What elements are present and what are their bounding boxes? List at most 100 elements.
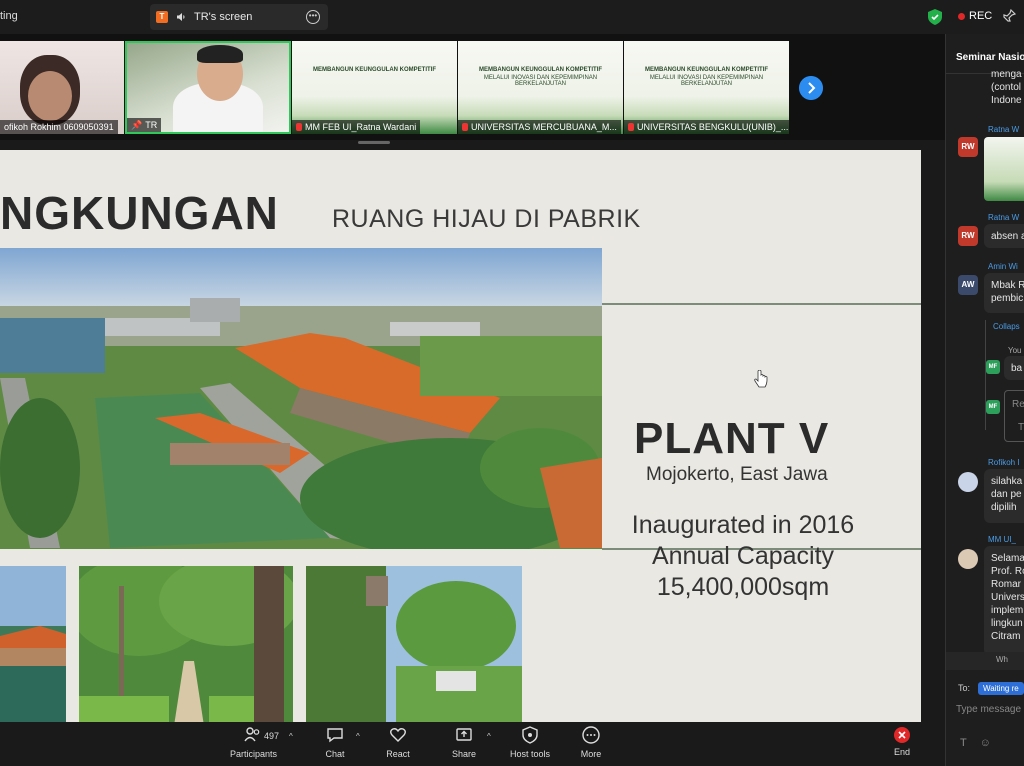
react-button[interactable]: React: [384, 726, 412, 759]
avatar: [958, 549, 978, 569]
chat-message-line: Selama: [991, 553, 1024, 564]
collapse-thread-link[interactable]: Collaps: [993, 322, 1020, 331]
reply-sender: You: [1008, 346, 1022, 355]
chat-message-line: Mbak R: [991, 280, 1024, 291]
participant-tile[interactable]: MEMBANGUN KEUNGGULAN KOMPETITIF MELALUI …: [624, 41, 789, 134]
slide-title: NGKUNGAN: [0, 187, 279, 239]
avatar: RW: [958, 137, 978, 157]
participant-tile[interactable]: ofikoh Rokhim 0609050391: [0, 41, 124, 134]
chat-reply-text: ba: [1011, 363, 1023, 374]
capacity-label: Annual Capacity: [651, 542, 835, 570]
rec-dot-icon: [958, 12, 965, 20]
slide-subtitle: RUANG HIJAU DI PABRIK: [332, 205, 641, 233]
muted-mic-icon: [462, 123, 468, 131]
participant-name: ofikoh Rokhim 0609050391: [0, 120, 118, 134]
chat-message-line: dan pe: [991, 489, 1022, 500]
participant-tile[interactable]: MEMBANGUN KEUNGGULAN KOMPETITIF MELALUI …: [458, 41, 623, 134]
chat-message-input[interactable]: Type message: [956, 704, 1021, 715]
meeting-title: ting: [0, 10, 18, 22]
chat-sender-name: Ratna W: [988, 213, 1020, 222]
security-shield-icon[interactable]: [928, 9, 942, 25]
chat-sender-name: MM UI_: [988, 535, 1016, 544]
chat-message-line: silahka: [991, 476, 1023, 487]
host-tools-button[interactable]: Host tools: [508, 726, 552, 759]
resize-handle[interactable]: [358, 141, 390, 144]
recording-indicator[interactable]: REC: [958, 10, 992, 22]
plant-name: PLANT V: [634, 414, 830, 463]
to-label: To:: [958, 683, 971, 693]
chat-label: Chat: [325, 749, 345, 759]
chat-message-line: pembic: [991, 293, 1024, 304]
more-button[interactable]: More: [578, 726, 604, 759]
chat-caret-icon[interactable]: ^: [356, 732, 360, 741]
share-caret-icon[interactable]: ^: [487, 732, 491, 741]
recipient-row: To: Waiting re: [946, 675, 1024, 699]
more-label: More: [580, 749, 602, 759]
more-icon: [582, 726, 600, 744]
who-can-see-bar[interactable]: Wh: [946, 652, 1024, 670]
chat-panel: Seminar Nasion menga (contol Indone Ratn…: [945, 34, 1024, 766]
chat-message-line: (contol: [991, 82, 1022, 93]
share-icon: [456, 728, 472, 741]
participants-caret-icon[interactable]: ^: [289, 732, 293, 741]
emoji-icon[interactable]: ☺: [980, 737, 991, 749]
chat-message-line: implem: [991, 605, 1024, 616]
chat-button[interactable]: Chat: [322, 726, 348, 759]
participant-face: [28, 71, 72, 121]
participant-name: 📌 TR: [127, 118, 162, 132]
chat-sender-name: Ratna W: [988, 125, 1020, 134]
avatar: RW: [958, 226, 978, 246]
divider-line: [602, 303, 921, 305]
participant-name: MM FEB UI_Ratna Wardani: [292, 120, 421, 134]
participant-tile[interactable]: MEMBANGUN KEUNGGULAN KOMPETITIF MM FEB U…: [292, 41, 457, 134]
recipient-dropdown[interactable]: Waiting re: [978, 682, 1024, 695]
chat-message-line: menga: [991, 69, 1022, 80]
shield-icon: [522, 726, 538, 744]
share-label: Share: [451, 749, 477, 759]
avatar: AW: [958, 275, 978, 295]
banner-title: MEMBANGUN KEUNGGULAN KOMPETITIF: [645, 67, 768, 73]
pond-pavilion-photo: [0, 566, 66, 722]
more-options-icon[interactable]: •••: [306, 10, 320, 24]
chat-message-line: Univers: [991, 592, 1024, 603]
next-page-arrow-icon[interactable]: [799, 76, 823, 100]
chat-sender-name: Rofikoh I: [988, 458, 1020, 467]
react-label: React: [386, 749, 410, 759]
participants-count: 497: [264, 731, 280, 741]
muted-mic-icon: [628, 123, 634, 131]
active-speaker-tile[interactable]: 📌 TR: [125, 41, 291, 134]
text-format-icon[interactable]: T: [960, 737, 967, 749]
speaker-hair: [197, 45, 243, 63]
host-tools-label: Host tools: [509, 749, 551, 759]
pin-icon[interactable]: [1002, 9, 1016, 23]
participant-name: UNIVERSITAS BENGKULU(UNIB)_...: [624, 120, 789, 134]
top-bar: ting T TR's screen ••• REC: [0, 0, 1024, 34]
chat-icon: [327, 728, 343, 743]
reply-format-icon[interactable]: T: [1018, 421, 1024, 434]
meeting-toolbar: Participants 497 ^ Chat ^ React Share ^ …: [0, 722, 940, 766]
participant-video-strip: ofikoh Rokhim 0609050391 📌 TR MEMBANGUN K…: [0, 34, 945, 140]
participants-icon: [244, 727, 260, 742]
end-button[interactable]: End: [893, 726, 911, 757]
hand-cursor-icon: [754, 370, 768, 388]
chat-image-attachment[interactable]: [984, 137, 1024, 201]
reply-placeholder: Re: [1012, 399, 1024, 410]
thread-line: [985, 320, 986, 430]
chat-message-text: absen a: [991, 231, 1024, 242]
muted-mic-icon: [296, 123, 302, 131]
pin-icon: 📌: [131, 120, 143, 130]
avatar: MF: [986, 400, 1000, 414]
banner-subtitle: MELALUI INOVASI DAN KEPEMIMPINAN BERKELA…: [483, 75, 598, 87]
chat-message-line: Indone: [991, 95, 1022, 106]
participants-label: Participants: [230, 749, 278, 759]
share-button[interactable]: Share: [450, 726, 478, 759]
inaugurated-text: Inaugurated in 2016: [631, 511, 855, 539]
chat-message-line: Prof. Ro: [991, 566, 1024, 577]
rec-label: REC: [969, 10, 993, 22]
presenter-badge: T: [156, 11, 168, 23]
avatar: [958, 472, 978, 492]
banner-title: MEMBANGUN KEUNGGULAN KOMPETITIF: [479, 67, 602, 73]
participant-name: UNIVERSITAS MERCUBUANA_M...: [458, 120, 621, 134]
banner-subtitle: MELALUI INOVASI DAN KEPEMIMPINAN BERKELA…: [649, 75, 764, 87]
screen-share-tab[interactable]: T TR's screen •••: [150, 4, 328, 30]
